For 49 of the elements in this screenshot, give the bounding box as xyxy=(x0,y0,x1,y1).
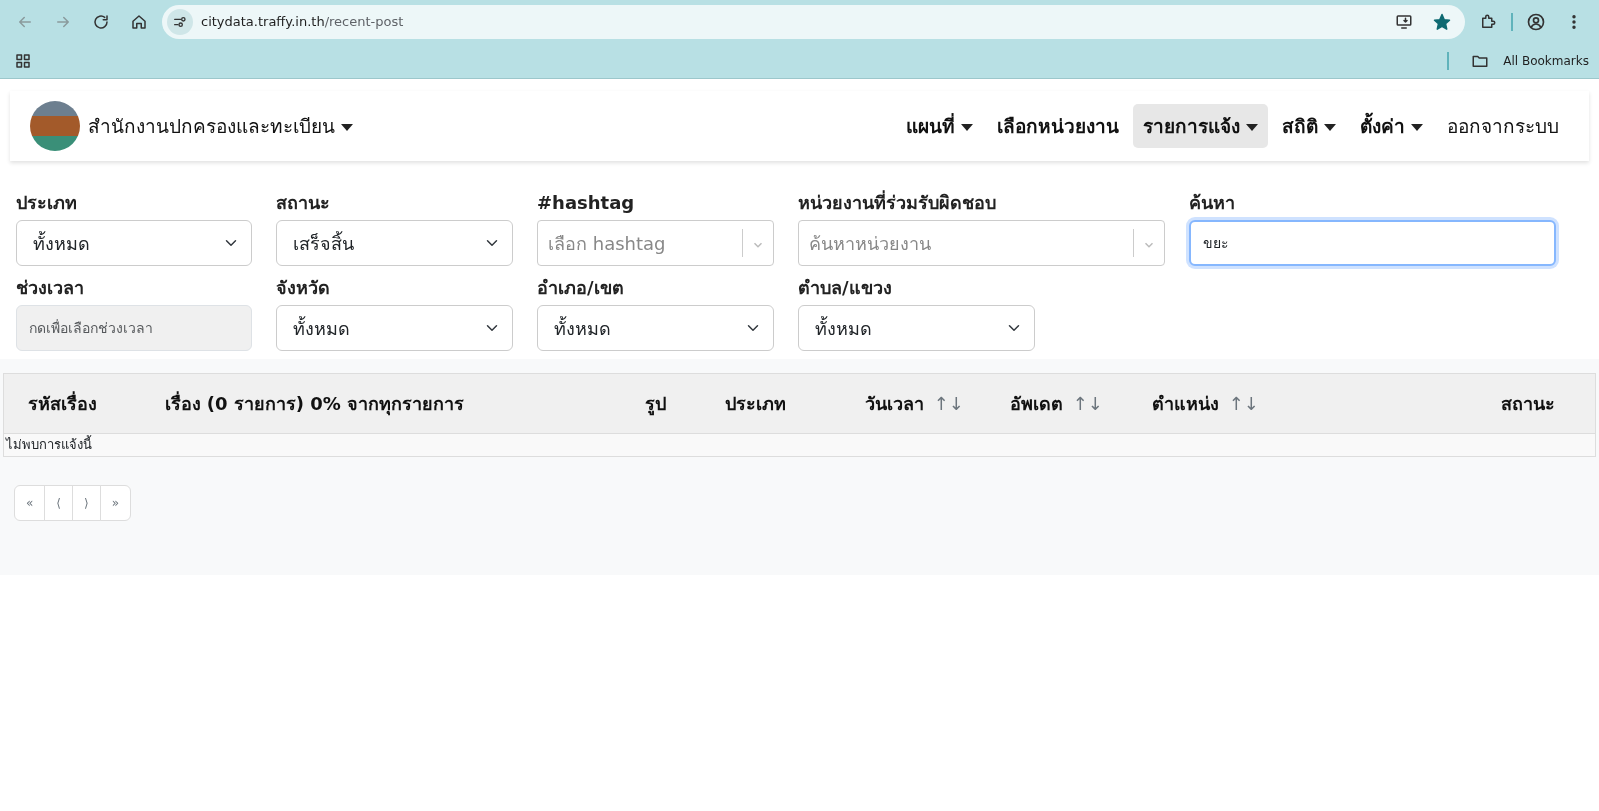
filter-label: จังหวัด xyxy=(276,276,331,300)
filter-combobox[interactable]: ค้นหาหน่วยงาน xyxy=(798,220,1165,266)
organization-dropdown[interactable]: สำนักงานปกครองและทะเบียน xyxy=(88,111,353,141)
filter-label: ช่วงเวลา xyxy=(16,276,85,300)
nav-menu-item[interactable]: ออกจากระบบ xyxy=(1437,103,1569,149)
filter-dropdown[interactable]: เสร็จสิ้น xyxy=(276,220,513,266)
pagination-button[interactable]: ⟩ xyxy=(72,484,101,521)
bookmark-star-icon[interactable] xyxy=(1433,13,1451,31)
column-header[interactable]: อัพเดต ↑↓ xyxy=(985,373,1128,434)
column-header[interactable]: วันเวลา ↑↓ xyxy=(840,373,986,434)
search-field[interactable]: ขยะ xyxy=(1189,220,1556,266)
column-header: สถานะ xyxy=(1407,373,1596,434)
reload-icon[interactable] xyxy=(92,13,110,31)
pagination-button[interactable]: « xyxy=(14,484,46,521)
filter-label: ประเภท xyxy=(16,191,78,215)
avatar-photo-placeholder xyxy=(30,101,80,151)
filter-label: ตำบล/แขวง xyxy=(798,276,893,300)
puzzle-piece-icon[interactable] xyxy=(1479,13,1497,31)
apps-grid-icon[interactable] xyxy=(14,52,32,70)
filter-combobox[interactable]: เลือก hashtag xyxy=(537,220,774,266)
nav-menu-item[interactable]: ตั้งค่า xyxy=(1350,103,1433,149)
filter-dropdown[interactable]: ทั้งหมด xyxy=(276,305,513,351)
column-header: ประเภท xyxy=(700,373,841,434)
all-bookmarks-link[interactable]: All Bookmarks xyxy=(1503,52,1589,70)
filter-label: หน่วยงานที่ร่วมรับผิดชอบ xyxy=(798,189,997,215)
nav-menu-item[interactable]: เลือกหน่วยงาน xyxy=(987,103,1129,149)
home-icon[interactable] xyxy=(130,13,148,31)
caret-icon[interactable] xyxy=(341,123,353,131)
column-header: รหัสเรื่อง xyxy=(3,373,141,434)
filter-dropdown[interactable]: ทั้งหมด xyxy=(537,305,774,351)
filter-label: สถานะ xyxy=(276,191,331,215)
profile-icon[interactable] xyxy=(1526,12,1546,32)
nav-menu-item[interactable]: แผนที่ xyxy=(896,103,983,149)
date-range-field[interactable]: กดเพื่อเลือกช่วงเวลา xyxy=(16,305,252,351)
filter-label: อำเภอ/เขต xyxy=(537,276,625,300)
pagination-button[interactable]: ⟨ xyxy=(44,484,74,521)
column-header: รูป xyxy=(620,373,701,434)
column-header[interactable]: ตำแหน่ง ↑↓ xyxy=(1127,373,1408,434)
site-settings-icon[interactable] xyxy=(172,14,188,30)
column-header: เรื่อง (0 รายการ) 0% จากทุกรายการ xyxy=(140,373,621,434)
filter-dropdown[interactable]: ทั้งหมด xyxy=(16,220,252,266)
pagination-button[interactable]: » xyxy=(99,484,132,521)
nav-menu-item[interactable]: สถิติ xyxy=(1272,103,1346,149)
filter-dropdown[interactable]: ทั้งหมด xyxy=(798,305,1035,351)
filter-label: #hashtag xyxy=(537,191,636,215)
install-app-icon[interactable] xyxy=(1395,13,1413,31)
nav-menu-item[interactable]: รายการแจ้ง xyxy=(1133,103,1268,149)
empty-message: ไม่พบการแจ้งนี้ xyxy=(3,433,1596,456)
filter-label: ค้นหา xyxy=(1189,191,1236,215)
